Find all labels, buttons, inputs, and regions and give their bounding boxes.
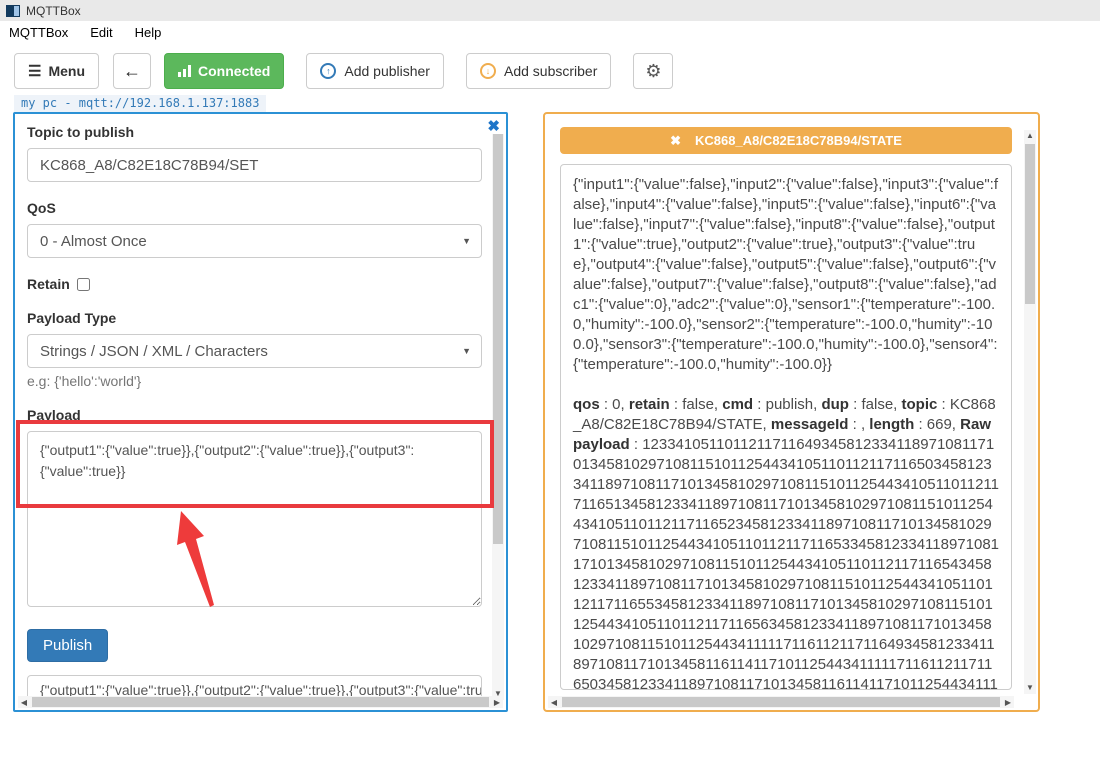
payload-label: Payload (27, 407, 482, 423)
scrollbar-thumb[interactable] (493, 134, 503, 544)
back-arrow-icon: ← (123, 61, 141, 82)
qos-select[interactable]: 0 - Almost Once ▼ (27, 224, 482, 258)
meta-value: : 669, (914, 416, 960, 433)
meta-key: messageId (771, 416, 849, 433)
meta-key: cmd (722, 396, 753, 413)
window-title: MQTTBox (26, 4, 81, 18)
scroll-left-arrow-icon[interactable]: ◀ (548, 698, 560, 707)
menu-item-mqttbox[interactable]: MQTTBox (9, 25, 68, 40)
publish-button[interactable]: Publish (27, 629, 108, 662)
arrow-up-circle-icon: ↑ (320, 63, 336, 79)
meta-key: retain (629, 396, 670, 413)
topic-to-publish-input[interactable] (27, 148, 482, 182)
connection-tab[interactable]: my pc - mqtt://192.168.1.137:1883 (14, 95, 266, 113)
subscribed-topic-label: KC868_A8/C82E18C78B94/STATE (695, 133, 902, 148)
menu-button[interactable]: ☰ Menu (14, 53, 99, 89)
topic-to-publish-label: Topic to publish (27, 124, 482, 140)
scroll-left-arrow-icon[interactable]: ◀ (18, 698, 30, 707)
menu-button-label: Menu (48, 63, 85, 79)
chevron-down-icon: ▼ (462, 236, 471, 246)
menu-bar: MQTTBox Edit Help (0, 21, 1100, 44)
subscriber-vertical-scrollbar[interactable]: ▲ ▼ (1024, 130, 1036, 694)
message-metadata: qos : 0, retain : false, cmd : publish, … (573, 395, 999, 690)
back-button[interactable]: ← (113, 53, 151, 89)
retain-checkbox[interactable] (77, 278, 90, 291)
payload-type-label: Payload Type (27, 310, 482, 326)
meta-key: dup (821, 396, 849, 413)
publisher-vertical-scrollbar[interactable]: ▼ (492, 134, 504, 700)
qos-label: QoS (27, 200, 482, 216)
meta-value: : false, (849, 396, 902, 413)
meta-key: topic (902, 396, 938, 413)
scroll-right-arrow-icon[interactable]: ▶ (491, 698, 503, 707)
meta-value: : 12334105110112117116493458123341189710… (573, 436, 999, 690)
settings-button[interactable]: ⚙ (633, 53, 673, 89)
arrow-down-circle-icon: ↓ (480, 63, 496, 79)
payload-textarea[interactable]: {"output1":{"value":true}},{"output2":{"… (27, 431, 482, 607)
gear-icon: ⚙ (645, 61, 661, 82)
signal-bars-icon (178, 65, 191, 77)
add-publisher-button[interactable]: ↑ Add publisher (306, 53, 444, 89)
scrollbar-thumb[interactable] (32, 697, 489, 707)
scroll-up-arrow-icon[interactable]: ▲ (1024, 130, 1036, 142)
unsubscribe-close-icon[interactable]: ✖ (670, 133, 681, 149)
scrollbar-thumb[interactable] (562, 697, 1000, 707)
toolbar: ☰ Menu ← Connected ↑ Add publisher ↓ Add… (0, 44, 1100, 97)
menu-item-help[interactable]: Help (135, 25, 162, 40)
subscriber-horizontal-scrollbar[interactable]: ◀ ▶ (548, 696, 1014, 708)
add-subscriber-label: Add subscriber (504, 63, 597, 79)
meta-key: length (869, 416, 914, 433)
publisher-form: Topic to publish QoS 0 - Almost Once ▼ R… (15, 114, 482, 696)
add-subscriber-button[interactable]: ↓ Add subscriber (466, 53, 611, 89)
hamburger-icon: ☰ (28, 62, 41, 80)
subscribed-topic-header[interactable]: ✖ KC868_A8/C82E18C78B94/STATE (560, 127, 1012, 154)
chevron-down-icon: ▼ (462, 346, 471, 356)
meta-value: : , (848, 416, 869, 433)
publisher-panel: ✖ Topic to publish QoS 0 - Almost Once ▼… (13, 112, 508, 712)
subscriber-panel: ✖ KC868_A8/C82E18C78B94/STATE {"input1":… (543, 112, 1040, 712)
payload-type-select[interactable]: Strings / JSON / XML / Characters ▼ (27, 334, 482, 368)
retain-row: Retain (27, 276, 482, 292)
publisher-horizontal-scrollbar[interactable]: ◀ ▶ (18, 696, 503, 708)
add-publisher-label: Add publisher (344, 63, 430, 79)
received-message-box: {"input1":{"value":false},"input2":{"val… (560, 164, 1012, 690)
meta-value: : publish, (753, 396, 821, 413)
payload-example-hint: e.g: {'hello':'world'} (27, 373, 482, 389)
menu-item-edit[interactable]: Edit (90, 25, 112, 40)
app-icon (6, 5, 20, 17)
meta-key: qos (573, 396, 600, 413)
window-titlebar: MQTTBox (0, 0, 1100, 21)
close-publisher-icon[interactable]: ✖ (487, 117, 500, 135)
scroll-right-arrow-icon[interactable]: ▶ (1002, 698, 1014, 707)
payload-type-selected-value: Strings / JSON / XML / Characters (40, 343, 268, 360)
connected-label: Connected (198, 63, 270, 79)
meta-value: : false, (670, 396, 723, 413)
meta-value: : 0, (600, 396, 629, 413)
connected-button[interactable]: Connected (164, 53, 284, 89)
retain-label: Retain (27, 276, 70, 292)
scroll-down-arrow-icon[interactable]: ▼ (1024, 682, 1036, 694)
published-history-entry[interactable]: {"output1":{"value":true}},{"output2":{"… (27, 675, 482, 696)
message-payload-text: {"input1":{"value":false},"input2":{"val… (573, 175, 999, 375)
qos-selected-value: 0 - Almost Once (40, 233, 147, 250)
scrollbar-thumb[interactable] (1025, 144, 1035, 304)
